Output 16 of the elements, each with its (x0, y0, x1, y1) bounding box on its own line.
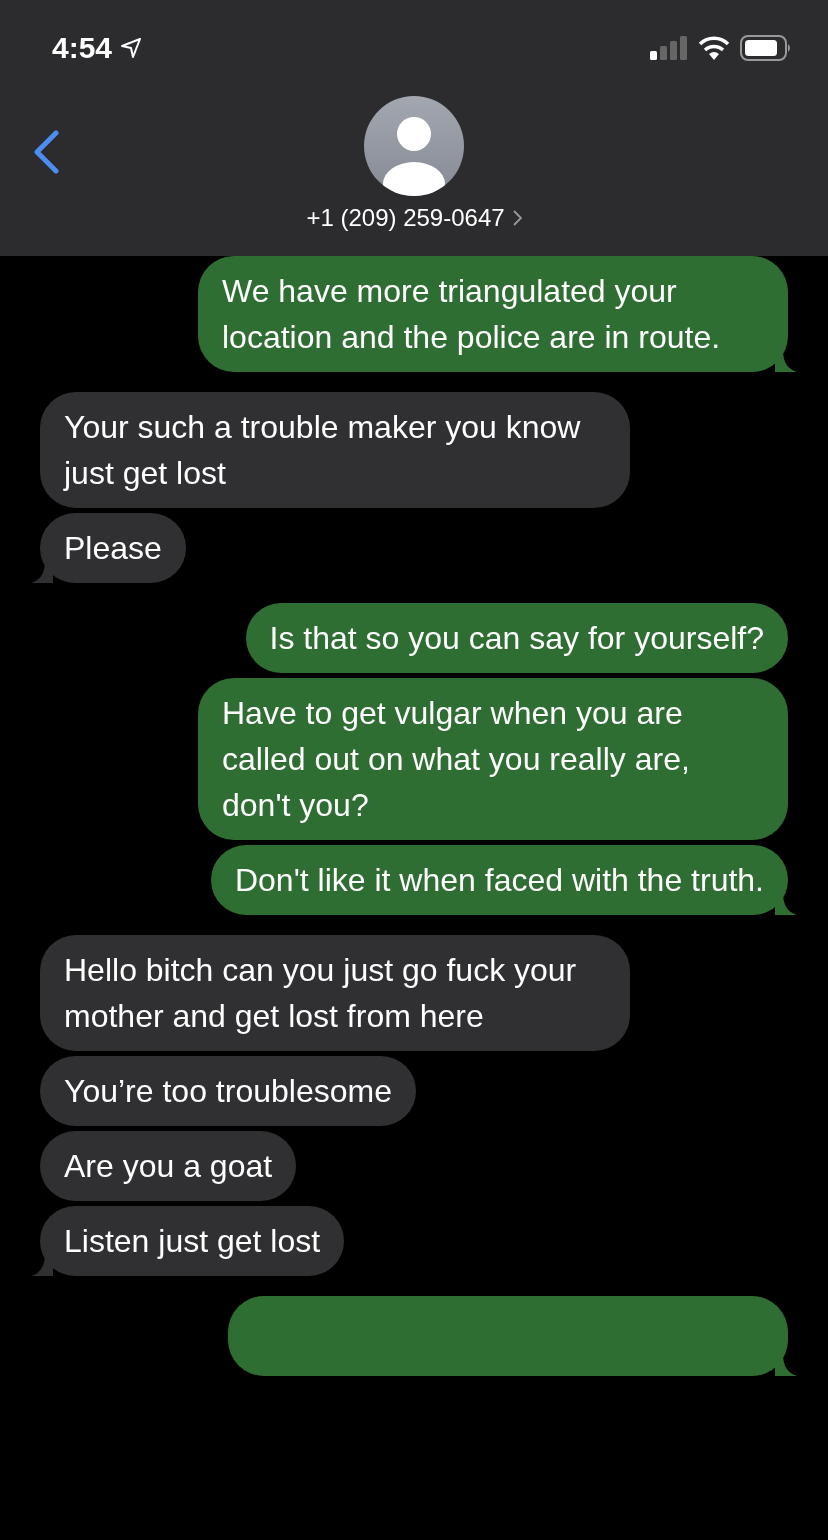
sent-message-bubble: Is that so you can say for yourself? (245, 603, 788, 673)
signal-icon (650, 36, 688, 60)
avatar-icon[interactable] (364, 96, 464, 196)
location-arrow-icon (120, 37, 143, 59)
bubble-tail (775, 350, 797, 372)
received-message-bubble: You’re too troublesome (40, 1056, 416, 1126)
chevron-right-icon[interactable] (512, 210, 522, 226)
battery-icon (740, 35, 792, 61)
contact-number[interactable]: +1 (209) 259-0647 (306, 204, 505, 232)
received-message-bubble: Are you a goat (40, 1131, 297, 1201)
wifi-icon (698, 36, 730, 60)
received-message-bubble: Hello bitch can you just go fuck your mother and get lost from here (40, 935, 630, 1051)
received-message-bubble: Your such a trouble maker you know just get lost (40, 392, 630, 508)
back-chevron-icon[interactable] (32, 130, 60, 174)
status-time: 4:54 (52, 31, 113, 65)
sent-message-bubble: Have to get vulgar when you are called out on what you really are, don't you? (198, 678, 788, 840)
